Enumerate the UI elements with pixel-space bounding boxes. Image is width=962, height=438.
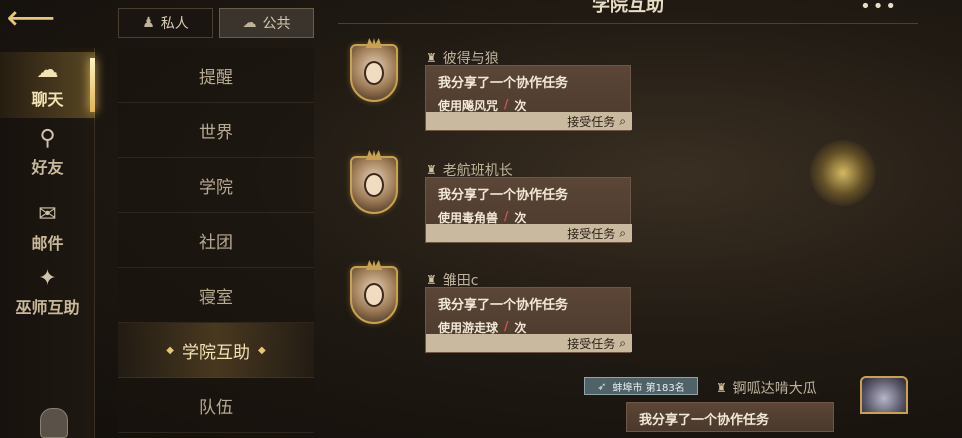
rail-item-chat[interactable]: ☁ 聊天 [0,52,95,118]
rail-item-friends[interactable]: ⚲ 好友 [0,120,95,186]
witch-hat-icon: ⚲ [39,126,56,151]
chat-message: ♜ 彼得与狼 我分享了一个协作任务 使用飚风咒 / 次 接受任务 ⌕ [350,44,640,154]
task-share-card: 我分享了一个协作任务 [626,402,834,432]
rail-item-label: 好友 [31,158,64,177]
avatar-portrait [364,173,384,197]
channel-item-active[interactable]: ◆ 学院互助 ◆ [118,323,314,378]
accept-task-label: 接受任务 [567,114,616,129]
channel-label: 队伍 [199,397,233,418]
accept-task-label: 接受任务 [567,336,616,351]
sender-name[interactable]: 锕呱达啃大瓜 [733,378,817,398]
back-arrow-icon: ⟵ [6,0,56,38]
sidebar-rail: ☁ 聊天 ⚲ 好友 ✉ 邮件 ✦ 巫师互助 [0,48,95,438]
task-share-card: 我分享了一个协作任务 使用游走球 / 次 接受任务 ⌕ [425,287,632,353]
speech-bubble-icon: ☁ [36,58,59,83]
channel-item[interactable]: 学院 [118,158,314,213]
avatar-portrait [364,61,384,85]
tab-label: 私人 [160,16,189,32]
diamond-left-icon: ◆ [166,344,174,356]
channel-label: 学院 [199,177,233,198]
task-title: 我分享了一个协作任务 [639,413,770,428]
chat-message-self: ➶ 蚌埠市 第183名 ♜ 锕呱达啃大瓜 我分享了一个协作任务 [584,376,924,438]
city-rank-tag: ➶ 蚌埠市 第183名 [584,377,698,395]
person-icon: ♟ [142,15,155,31]
channel-list: 提醒 世界 学院 社团 寝室 ◆ 学院互助 ◆ 队伍 [118,48,314,433]
tab-label: 公共 [262,16,291,32]
rail-item-label: 聊天 [31,90,64,109]
golden-snitch-glow [810,140,876,206]
city-rank-label: 蚌埠市 第183名 [612,382,685,394]
rail-item-wizard-help[interactable]: ✦ 巫师互助 [0,260,95,326]
avatar[interactable] [860,376,908,414]
chat-message: ♜ 雏田c 我分享了一个协作任务 使用游走球 / 次 接受任务 ⌕ [350,266,640,376]
more-options-button[interactable]: ••• [860,0,898,17]
accept-task-label: 接受任务 [567,226,616,241]
channel-label: 寝室 [199,287,233,308]
wizard-help-icon: ✦ [38,266,57,291]
tab-public[interactable]: ☁ 公共 [219,8,314,38]
task-title: 我分享了一个协作任务 [438,298,569,313]
channel-item[interactable]: 世界 [118,103,314,158]
channel-item[interactable]: 社团 [118,213,314,268]
scope-tabs: ♟ 私人 ☁ 公共 [118,8,314,38]
tab-private[interactable]: ♟ 私人 [118,8,213,38]
back-arrow-button[interactable]: ⟵ [0,0,62,36]
avatar[interactable] [350,44,398,102]
avatar-portrait [364,283,384,307]
rail-item-mail[interactable]: ✉ 邮件 [0,196,95,262]
diamond-right-icon: ◆ [258,344,266,356]
channel-item[interactable]: 提醒 [118,48,314,103]
accept-task-button[interactable]: 接受任务 ⌕ [426,112,632,130]
message-sender: ♜ 锕呱达啃大瓜 [716,378,817,398]
envelope-icon: ✉ [38,202,57,227]
channel-item[interactable]: 队伍 [118,378,314,433]
chat-bubbles-icon: ☁ [242,15,257,31]
avatar[interactable] [350,266,398,324]
avatar[interactable] [350,156,398,214]
rail-item-label: 巫师互助 [15,298,80,317]
crest-badge-icon: ♜ [426,163,437,177]
accept-task-button[interactable]: 接受任务 ⌕ [426,334,632,352]
chat-header: 学院互助 ••• [338,0,918,24]
task-title: 我分享了一个协作任务 [438,188,569,203]
magnifier-icon: ⌕ [619,113,626,128]
channel-label: 学院互助 [182,342,250,363]
chat-message: ♜ 老航班机长 我分享了一个协作任务 使用毒角兽 / 次 接受任务 ⌕ [350,156,640,266]
magnifier-icon: ⌕ [619,335,626,350]
task-share-card: 我分享了一个协作任务 使用飚风咒 / 次 接受任务 ⌕ [425,65,632,131]
page-title: 学院互助 [592,0,664,16]
accept-task-button[interactable]: 接受任务 ⌕ [426,224,632,242]
task-title: 我分享了一个协作任务 [438,76,569,91]
wand-icon: ➶ [597,379,607,393]
channel-label: 世界 [199,122,233,143]
channel-label: 社团 [199,232,233,253]
crest-badge-icon: ♜ [716,381,727,395]
task-share-card: 我分享了一个协作任务 使用毒角兽 / 次 接受任务 ⌕ [425,177,632,243]
pouch-icon[interactable] [40,408,68,438]
rail-item-label: 邮件 [31,234,64,253]
magnifier-icon: ⌕ [619,225,626,240]
crest-badge-icon: ♜ [426,51,437,65]
crest-badge-icon: ♜ [426,273,437,287]
channel-label: 提醒 [199,67,233,88]
channel-item[interactable]: 寝室 [118,268,314,323]
